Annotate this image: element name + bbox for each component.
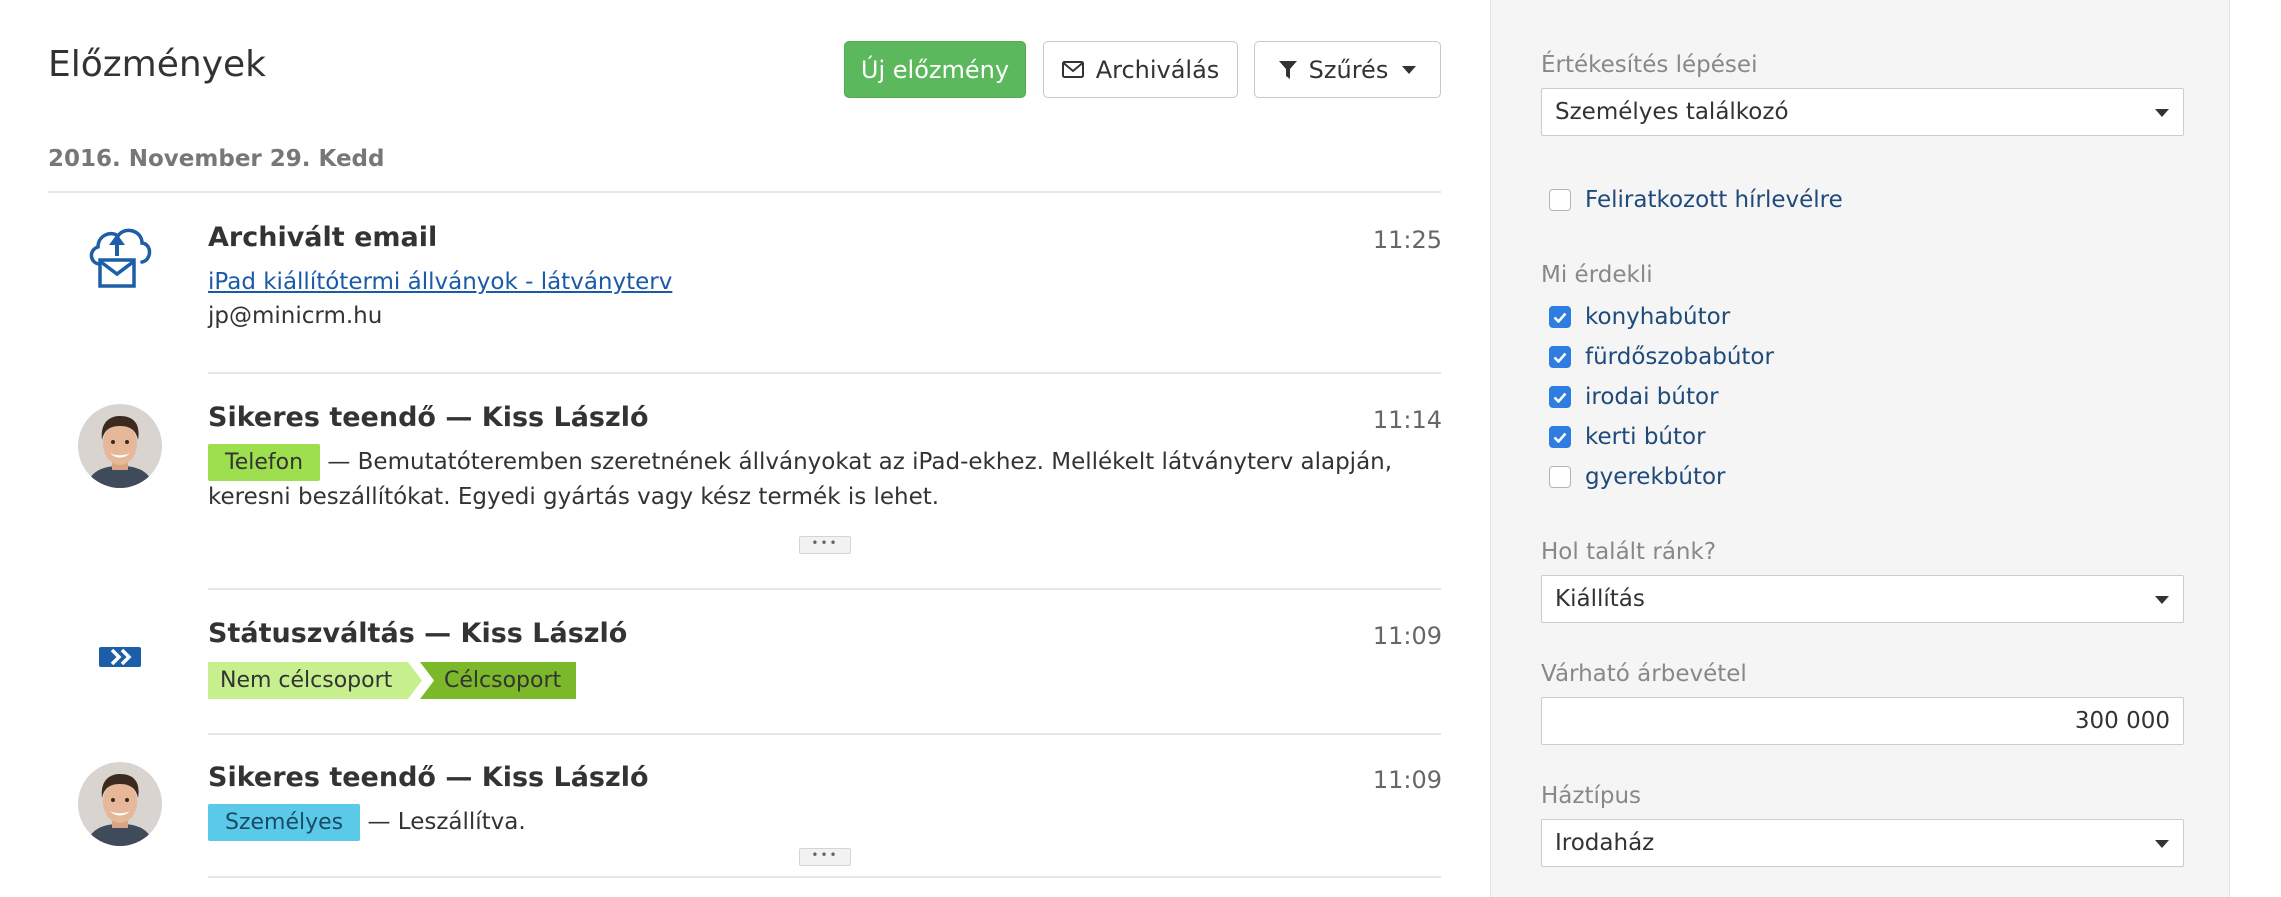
email-address: jp@minicrm.hu <box>208 303 383 329</box>
interest-option-gyerekbutor[interactable]: gyerekbútor <box>1549 462 1726 492</box>
sales-steps-label: Értékesítés lépései <box>1541 52 1758 78</box>
filter-icon <box>1278 60 1297 79</box>
entry-description-continued: keresni beszállítókat. Egyedi gyártás va… <box>208 484 940 510</box>
entry-title: Státuszváltás — Kiss László <box>208 618 628 649</box>
avatar <box>78 404 162 488</box>
entry-title: Sikeres teendő — Kiss László <box>208 402 649 433</box>
entry-time: 11:14 <box>1372 406 1442 434</box>
interest-option-kerti-butor[interactable]: kerti bútor <box>1549 422 1706 452</box>
newsletter-checkbox-label: Feliratkozott hírlevélre <box>1585 187 1843 213</box>
expand-more-button[interactable]: ••• <box>799 536 851 554</box>
filter-button-label: Szűrés <box>1308 55 1389 84</box>
history-panel: Előzmények Új előzmény Archiválás Szűrés… <box>0 0 1490 897</box>
checkbox-unchecked[interactable] <box>1549 466 1571 488</box>
newsletter-checkbox[interactable] <box>1549 189 1571 211</box>
checkbox-checked[interactable] <box>1549 346 1571 368</box>
new-history-button[interactable]: Új előzmény <box>844 41 1026 98</box>
sales-steps-value: Személyes találkozó <box>1555 99 1789 125</box>
archive-button-label: Archiválás <box>1095 55 1220 84</box>
interest-option-furdoszobabutor[interactable]: fürdőszobabútor <box>1549 342 1774 372</box>
entry-title: Archivált email <box>208 222 438 253</box>
divider <box>208 588 1441 590</box>
chevron-down-icon <box>2155 840 2169 848</box>
checkmark-icon <box>1553 312 1567 323</box>
interest-label: fürdőszobabútor <box>1585 344 1774 370</box>
source-select[interactable]: Kiállítás <box>1541 575 2184 623</box>
interest-label: kerti bútor <box>1585 424 1706 450</box>
page-title: Előzmények <box>48 44 267 85</box>
status-from: Nem célcsoport <box>220 668 393 693</box>
status-change-icon <box>99 647 141 671</box>
interest-label: konyhabútor <box>1585 304 1731 330</box>
house-type-label: Háztípus <box>1541 783 1642 809</box>
chevron-down-icon <box>2155 596 2169 604</box>
expand-more-button[interactable]: ••• <box>799 848 851 866</box>
entry-time: 11:09 <box>1372 766 1442 794</box>
status-to: Célcsoport <box>444 668 562 693</box>
archive-button[interactable]: Archiválás <box>1043 41 1238 98</box>
tag-phone: Telefon <box>208 444 321 481</box>
email-subject-link[interactable]: iPad kiállítótermi állványok - látványte… <box>208 269 672 295</box>
filter-button[interactable]: Szűrés <box>1254 41 1441 98</box>
new-history-button-label: Új előzmény <box>860 55 1010 84</box>
entry-description: — Leszállítva. <box>367 809 526 835</box>
house-type-value: Irodaház <box>1555 830 1655 856</box>
checkmark-icon <box>1553 352 1567 363</box>
entry-time: 11:09 <box>1372 622 1442 650</box>
tag-personal: Személyes <box>208 804 361 841</box>
divider <box>48 191 1441 193</box>
chevron-down-icon <box>2155 109 2169 117</box>
interest-option-irodai-butor[interactable]: irodai bútor <box>1549 382 1719 412</box>
checkbox-checked[interactable] <box>1549 386 1571 408</box>
expected-revenue-label: Várható árbevétel <box>1541 661 1747 687</box>
checkbox-checked[interactable] <box>1549 306 1571 328</box>
entry-title: Sikeres teendő — Kiss László <box>208 762 649 793</box>
entry-time: 11:25 <box>1372 226 1442 254</box>
checkmark-icon <box>1553 392 1567 403</box>
newsletter-checkbox-row[interactable]: Feliratkozott hírlevélre <box>1549 185 1843 215</box>
envelope-icon <box>1061 61 1084 78</box>
avatar <box>78 762 162 846</box>
chevron-down-icon <box>1402 65 1417 74</box>
interest-label: gyerekbútor <box>1585 464 1726 490</box>
contact-details-sidebar: Értékesítés lépései Személyes találkozó … <box>1490 0 2230 897</box>
interest-label: irodai bútor <box>1585 384 1719 410</box>
interests-label: Mi érdekli <box>1541 262 1653 288</box>
expected-revenue-input[interactable]: 300 000 <box>1541 697 2184 745</box>
checkbox-checked[interactable] <box>1549 426 1571 448</box>
divider <box>208 372 1441 374</box>
source-label: Hol talált ránk? <box>1541 539 1717 565</box>
archived-email-icon <box>86 226 154 296</box>
sales-steps-select[interactable]: Személyes találkozó <box>1541 88 2184 136</box>
checkmark-icon <box>1553 432 1567 443</box>
divider <box>208 733 1441 735</box>
divider <box>208 876 1441 878</box>
source-value: Kiállítás <box>1555 586 1645 612</box>
date-header: 2016. November 29. Kedd <box>48 146 385 172</box>
house-type-select[interactable]: Irodaház <box>1541 819 2184 867</box>
entry-description: — Bemutatóteremben szeretnének állványok… <box>327 449 1393 475</box>
interest-option-konyhabutor[interactable]: konyhabútor <box>1549 302 1730 332</box>
